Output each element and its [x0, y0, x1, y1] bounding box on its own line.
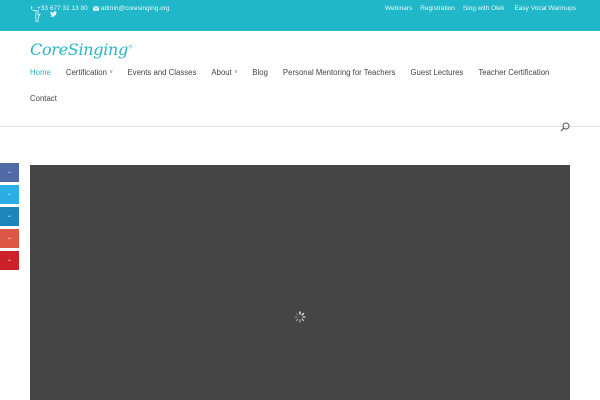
envelope-icon [92, 6, 99, 11]
email-item[interactable]: admin@coresinging.org [92, 5, 170, 12]
logo-text: CoreSinging [30, 40, 128, 59]
secondary-menu: Webinars Registration Sing with Olek Eas… [377, 5, 576, 12]
nav-item-blog[interactable]: Blog [252, 68, 268, 77]
video-player[interactable] [30, 165, 570, 400]
link-easy-vocal-warmups[interactable]: Easy Vocal Warmups [514, 5, 576, 12]
nav-item-certification[interactable]: Certification v [66, 68, 113, 77]
twitter-icon[interactable] [50, 11, 57, 17]
chevron-down-icon: v [109, 69, 113, 75]
nav-item-guest-lectures[interactable]: Guest Lectures [410, 68, 463, 77]
nav-row-1: Home Certification v Events and Classes … [30, 66, 570, 78]
nav-item-events-and-classes[interactable]: Events and Classes [127, 68, 196, 77]
nav-item-contact[interactable]: Contact [30, 94, 57, 103]
googleplus-icon: ▫▫ [7, 235, 12, 242]
nav-item-teacher-certification[interactable]: Teacher Certification [478, 68, 549, 77]
linkedin-share-button[interactable]: ▫▫ [0, 207, 19, 226]
linkedin-icon: ▫▫ [7, 213, 12, 220]
nav-item-home[interactable]: Home [30, 68, 51, 77]
nav-item-about[interactable]: About v [211, 68, 237, 77]
facebook-share-button[interactable]: ▫▫ [0, 163, 19, 182]
nav-item-label: Guest Lectures [410, 67, 464, 77]
link-registration[interactable]: Registration [420, 5, 455, 12]
chevron-down-icon: v [234, 69, 238, 75]
site-logo[interactable]: CoreSinging® [30, 40, 133, 59]
nav-item-label: Blog [252, 67, 268, 77]
phone-number: +33 677 31 13 80 [37, 5, 88, 12]
main-navigation: Home Certification v Events and Classes … [30, 66, 570, 104]
nav-item-label: About [211, 67, 232, 77]
nav-item-label: Certification [65, 67, 107, 77]
logo-registered-mark: ® [127, 44, 133, 51]
nav-item-label: Contact [30, 93, 57, 103]
nav-row-2: Contact [30, 92, 570, 104]
top-bar: +33 677 31 13 80 admin@coresinging.org W… [0, 0, 600, 31]
googleplus-share-button[interactable]: ▫▫ [0, 229, 19, 248]
pinterest-icon: ▫▫ [7, 257, 12, 264]
cursor-glyph-icon [35, 10, 41, 22]
link-sing-with-olek[interactable]: Sing with Olek [463, 5, 505, 12]
facebook-icon: ▫▫ [7, 169, 12, 176]
loading-spinner-icon [294, 311, 306, 323]
nav-item-label: Home [30, 67, 51, 77]
pinterest-share-button[interactable]: ▫▫ [0, 251, 19, 270]
nav-item-label: Teacher Certification [478, 67, 550, 77]
nav-item-label: Events and Classes [127, 67, 197, 77]
email-address: admin@coresinging.org [100, 5, 170, 12]
header-divider [0, 126, 600, 127]
nav-item-label: Personal Mentoring for Teachers [282, 67, 396, 77]
nav-item-personal-mentoring[interactable]: Personal Mentoring for Teachers [283, 68, 396, 77]
link-webinars[interactable]: Webinars [385, 5, 412, 12]
social-share-bar: ▫▫ ▫▫ ▫▫ ▫▫ ▫▫ [0, 163, 19, 273]
twitter-share-button[interactable]: ▫▫ [0, 185, 19, 204]
search-icon[interactable] [560, 122, 570, 132]
twitter-icon: ▫▫ [7, 191, 12, 198]
